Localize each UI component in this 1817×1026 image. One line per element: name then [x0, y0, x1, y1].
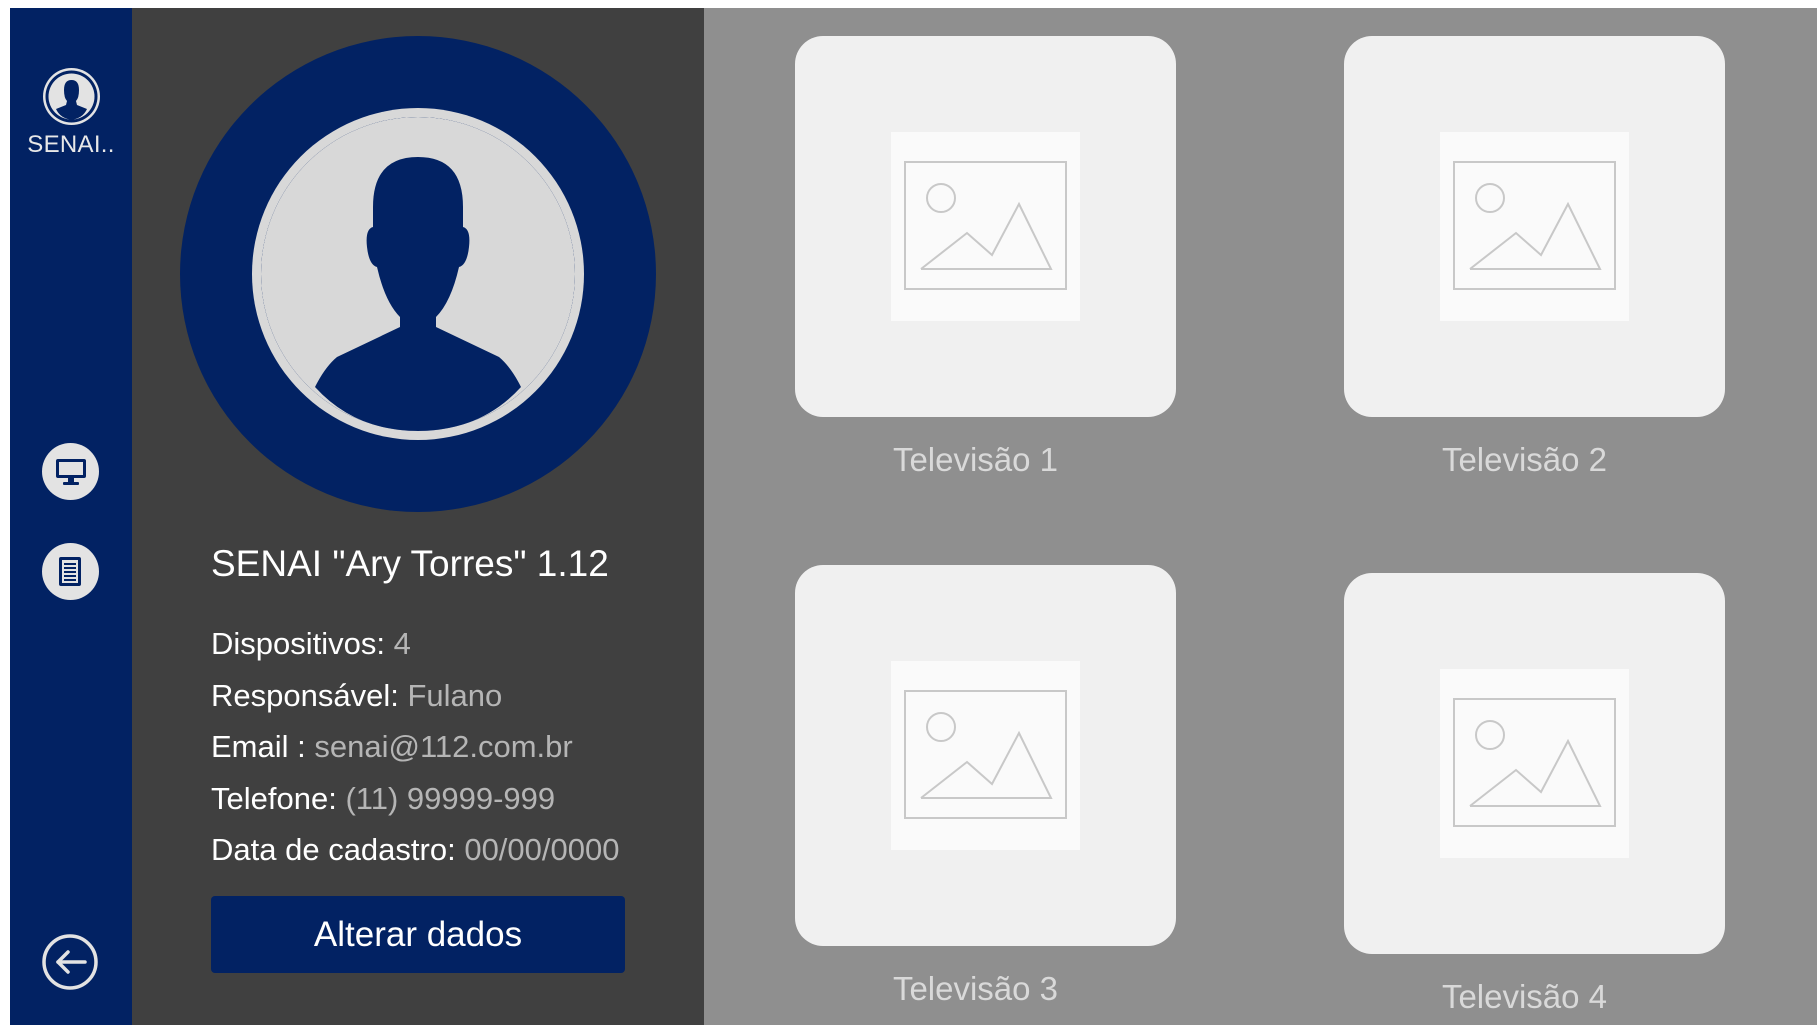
- image-placeholder-icon: [891, 132, 1080, 321]
- field-label: Email :: [211, 729, 315, 764]
- sidebar-item-devices[interactable]: [42, 443, 99, 500]
- phone-row: Telefone: (11) 99999-999: [211, 773, 619, 825]
- organization-name: SENAI "Ary Torres" 1.12: [211, 543, 609, 584]
- device-name: Televisão 3: [892, 970, 1059, 1007]
- device-card-1[interactable]: Televisão 1: [795, 36, 1176, 479]
- devices-grid: Televisão 1 Televisão 2 Televisão 3 Tele…: [704, 8, 1817, 1025]
- profile-info: Dispositivos: 4 Responsável: Fulano Emai…: [211, 618, 619, 876]
- field-value: (11) 99999-999: [345, 780, 556, 816]
- devices-count-row: Dispositivos: 4: [211, 618, 619, 670]
- field-value: 00/00/0000: [464, 832, 620, 867]
- logout-icon: [42, 934, 98, 990]
- sidebar-user-label: SENAI..: [27, 131, 115, 158]
- logout-button[interactable]: [41, 933, 99, 991]
- field-value: senai@112.com.br: [314, 729, 573, 764]
- device-card-3[interactable]: Televisão 3: [795, 565, 1176, 1008]
- device-name: Televisão 1: [892, 441, 1059, 478]
- image-placeholder-icon: [1440, 132, 1629, 321]
- app-frame: SENAI.. SENAI "Ary Torres" 1.12 Disposit…: [10, 8, 1817, 1025]
- person-icon: [261, 117, 575, 431]
- user-icon: [42, 68, 100, 125]
- email-row: Email : senai@112.com.br: [211, 721, 619, 773]
- device-name: Televisão 2: [1441, 441, 1608, 478]
- device-card-2[interactable]: Televisão 2: [1344, 36, 1725, 479]
- device-name: Televisão 4: [1441, 978, 1608, 1015]
- field-value: Fulano: [407, 677, 503, 713]
- field-value: 4: [393, 626, 411, 661]
- field-label: Dispositivos:: [211, 626, 394, 661]
- field-label: Data de cadastro:: [211, 832, 465, 867]
- field-label: Responsável:: [211, 677, 408, 713]
- registration-date-row: Data de cadastro: 00/00/0000: [211, 824, 619, 876]
- sidebar-item-reports[interactable]: [42, 543, 99, 600]
- monitor-icon: [55, 458, 86, 485]
- field-label: Telefone:: [211, 780, 346, 816]
- avatar: [180, 36, 656, 512]
- edit-data-button[interactable]: Alterar dados: [211, 896, 625, 973]
- image-placeholder-icon: [1440, 669, 1629, 858]
- responsible-row: Responsável: Fulano: [211, 670, 619, 722]
- sidebar-user[interactable]: SENAI..: [10, 68, 132, 159]
- sidebar: SENAI..: [10, 8, 132, 1025]
- profile-panel: SENAI "Ary Torres" 1.12 Dispositivos: 4 …: [132, 8, 704, 1025]
- image-placeholder-icon: [891, 661, 1080, 850]
- device-card-4[interactable]: Televisão 4: [1344, 573, 1725, 1016]
- document-icon: [58, 556, 81, 586]
